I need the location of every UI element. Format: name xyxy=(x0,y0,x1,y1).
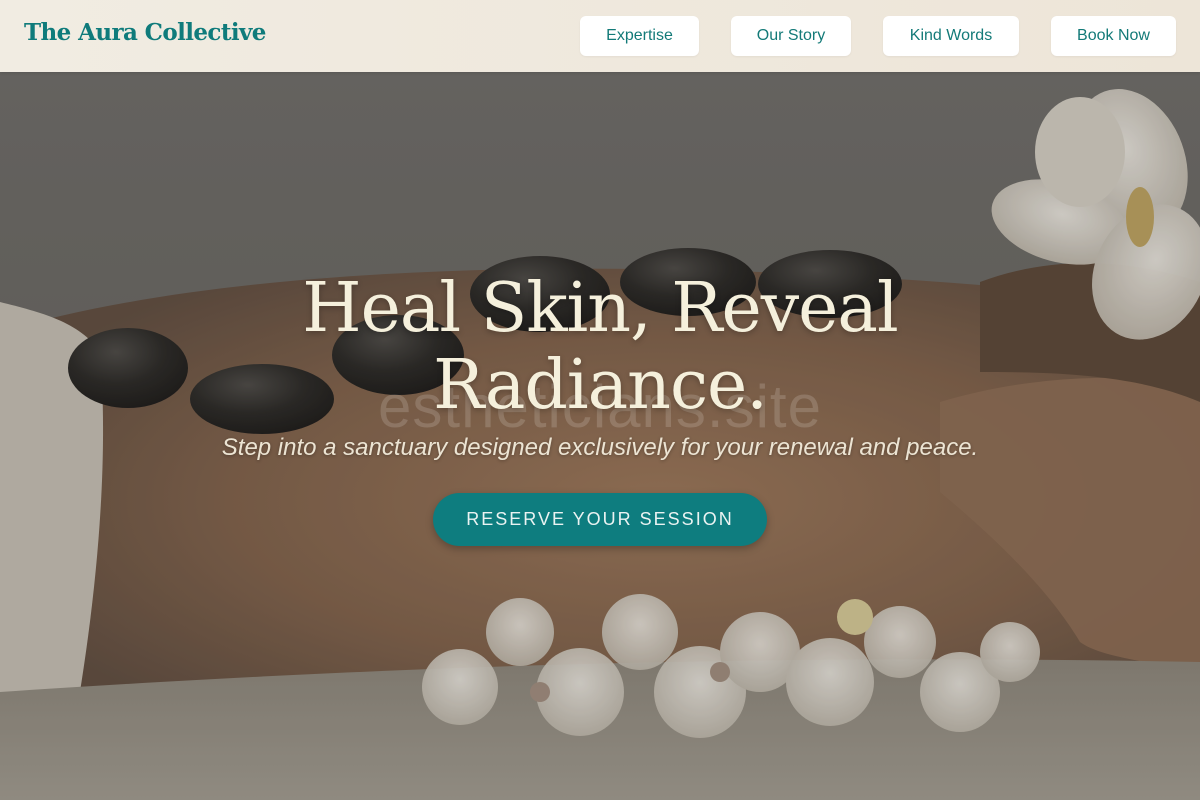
nav-button-kind-words[interactable]: Kind Words xyxy=(883,16,1019,56)
nav-button-book-now[interactable]: Book Now xyxy=(1051,16,1176,56)
page: The Aura Collective Expertise Our Story … xyxy=(0,0,1200,800)
nav-button-our-story[interactable]: Our Story xyxy=(731,16,851,56)
site-header: The Aura Collective Expertise Our Story … xyxy=(0,0,1200,72)
brand-logo[interactable]: The Aura Collective xyxy=(24,19,266,46)
hero-title-line2: Radiance. xyxy=(433,346,768,425)
hero-title: Heal Skin, Reveal Radiance. xyxy=(200,270,1000,424)
nav-button-expertise[interactable]: Expertise xyxy=(580,16,699,56)
hero-section: estheticians.site Heal Skin, Reveal Radi… xyxy=(0,72,1200,800)
hero-title-line1: Heal Skin, Reveal xyxy=(302,269,898,348)
hero-subtitle: Step into a sanctuary designed exclusive… xyxy=(221,434,979,461)
reserve-session-button[interactable]: RESERVE YOUR SESSION xyxy=(433,493,767,546)
